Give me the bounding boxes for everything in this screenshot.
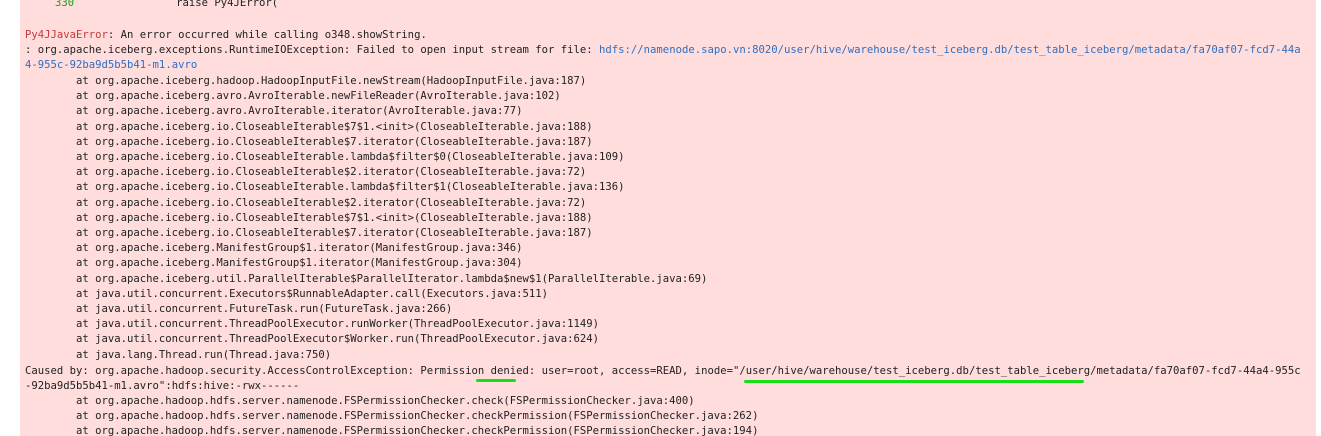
caused-by-frame: at org.apache.hadoop.hdfs.server.namenod… — [76, 425, 759, 436]
highlight-underline-inode — [744, 380, 1084, 383]
caused-by-line-wrap: -92ba9d5b5b41-m1.avro":hdfs:hive:-rwx---… — [25, 380, 300, 392]
stack-frame: at org.apache.iceberg.ManifestGroup$1.it… — [76, 257, 523, 270]
stack-frame: at java.util.concurrent.Executors$Runnab… — [76, 287, 548, 300]
error-header: Py4JJavaError: An error occurred while c… — [25, 28, 427, 43]
exception-line-wrap: 4-955c-92ba9d5b5b41-m1.avro — [25, 58, 197, 73]
line-number: 330 — [55, 0, 75, 9]
stack-frame: at org.apache.iceberg.io.CloseableIterab… — [76, 135, 593, 148]
stack-frame: at org.apache.iceberg.avro.AvroIterable.… — [76, 105, 523, 118]
caused-by-line: Caused by: org.apache.hadoop.security.Ac… — [25, 365, 1301, 377]
stack-frame: at java.util.concurrent.FutureTask.run(F… — [76, 303, 453, 315]
stack-frame: at java.lang.Thread.run(Thread.java:750) — [76, 348, 332, 361]
error-type: Py4JJavaError — [25, 29, 108, 41]
exception-line: : org.apache.iceberg.exceptions.RuntimeI… — [25, 43, 1301, 58]
stack-frame: at org.apache.iceberg.io.CloseableIterab… — [76, 181, 625, 194]
stack-frame: at org.apache.iceberg.io.CloseableIterab… — [76, 166, 587, 179]
traceback-line: 330 raise Py4JError( — [25, 0, 278, 11]
stack-frame: at org.apache.iceberg.hadoop.HadoopInput… — [76, 75, 587, 87]
stack-frame: at org.apache.iceberg.io.CloseableIterab… — [76, 120, 593, 133]
stack-frame: at org.apache.iceberg.avro.AvroIterable.… — [76, 90, 561, 103]
caused-by-frame: at org.apache.hadoop.hdfs.server.namenod… — [76, 395, 695, 407]
caused-by-frame: at org.apache.hadoop.hdfs.server.namenod… — [76, 410, 759, 423]
stack-frame: at org.apache.iceberg.util.ParallelItera… — [76, 272, 708, 285]
stack-frame: at org.apache.iceberg.ManifestGroup$1.it… — [76, 242, 523, 255]
error-message: : An error occurred while calling o348.s… — [107, 29, 427, 41]
stack-frame: at java.util.concurrent.ThreadPoolExecut… — [76, 318, 599, 331]
stack-frame: at java.util.concurrent.ThreadPoolExecut… — [76, 333, 599, 346]
stack-frame: at org.apache.iceberg.io.CloseableIterab… — [76, 227, 593, 239]
highlight-underline-permission — [476, 379, 516, 382]
raise-statement: raise Py4JError( — [176, 0, 279, 9]
stack-frame: at org.apache.iceberg.io.CloseableIterab… — [76, 151, 625, 163]
file-link-continued[interactable]: 4-955c-92ba9d5b5b41-m1.avro — [25, 59, 197, 71]
stack-frame: at org.apache.iceberg.io.CloseableIterab… — [76, 196, 587, 209]
error-output-panel: 330 raise Py4JError( Py4JJavaError: An er… — [20, 0, 1316, 436]
exception-prefix: : org.apache.iceberg.exceptions.RuntimeI… — [25, 44, 600, 56]
stack-frame: at org.apache.iceberg.io.CloseableIterab… — [76, 211, 593, 224]
file-link[interactable]: hdfs://namenode.sapo.vn:8020/user/hive/w… — [599, 44, 1301, 56]
